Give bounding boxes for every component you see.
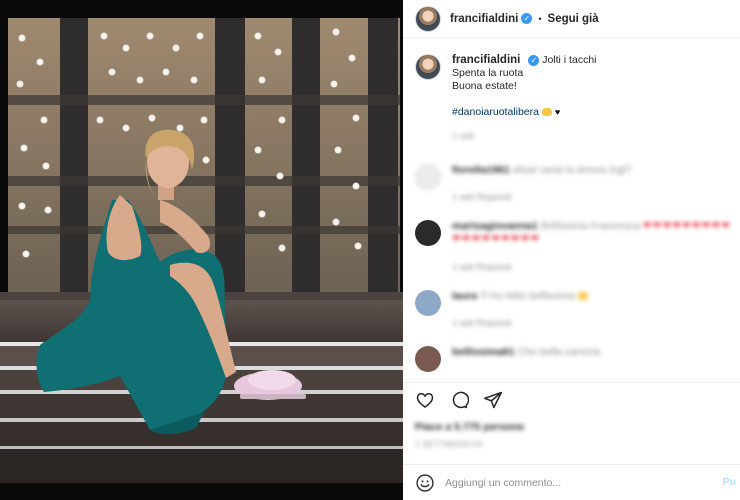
comment-input[interactable] (445, 476, 705, 489)
comment-item: laura Ti ho fatto bellissima (415, 290, 589, 316)
comment-text: Che bella camicia (517, 346, 601, 358)
comment-item: bellissima61 Che bella camicia (415, 346, 600, 372)
comment-meta[interactable]: 1 sett Rispondi (452, 262, 512, 272)
commenter-username[interactable]: fiorella1961 (452, 164, 510, 176)
commenter-username[interactable]: marisagiovanna1 (452, 220, 538, 232)
post-details-panel: francifialdini ✓ • Segui già francifiald… (403, 0, 740, 500)
following-button[interactable]: Segui già (548, 13, 599, 25)
commenter-avatar[interactable] (415, 164, 441, 190)
caption-line-3: Buona estate! (452, 80, 517, 92)
photo-illustration (0, 0, 403, 500)
caption-hashtag[interactable]: #danoiaruotalibera (452, 106, 539, 118)
post-actions (415, 390, 503, 410)
emoji-icon[interactable] (415, 473, 435, 493)
clap-emoji-icon (541, 108, 552, 117)
likes-count[interactable]: Piace a 5.775 persone (415, 421, 524, 433)
comment-icon[interactable] (449, 390, 469, 410)
actions-divider (403, 382, 740, 383)
caption: francifialdini ✓ Jolti i tacchi Spenta l… (415, 54, 597, 143)
comment-text: Ti ho fatto bellissima (479, 290, 576, 302)
post-date: 1 SETTIMANA FA (415, 440, 484, 449)
add-comment-bar: Pu (403, 464, 740, 500)
author-username[interactable]: francifialdini (450, 13, 518, 25)
comment-item: fiorella1961 elisa! sarai la donna ingl? (415, 164, 631, 190)
header-separator: • (538, 13, 542, 24)
caption-avatar[interactable] (415, 54, 441, 80)
commenter-avatar[interactable] (415, 220, 441, 246)
clap-emoji-icon (578, 292, 589, 301)
author-avatar[interactable] (415, 5, 441, 32)
commenter-username[interactable]: laura (452, 290, 477, 302)
verified-badge-icon: ✓ (528, 54, 540, 66)
post-header: francifialdini ✓ • Segui già (403, 0, 740, 38)
caption-line-1: Jolti i tacchi (542, 54, 597, 66)
comment-meta[interactable]: 1 sett Rispondi (452, 318, 512, 328)
commenter-avatar[interactable] (415, 290, 441, 316)
commenter-username[interactable]: bellissima61 (452, 346, 514, 358)
black-heart-emoji-icon: ♥ (554, 107, 561, 117)
comments-list[interactable]: francifialdini ✓ Jolti i tacchi Spenta l… (403, 40, 740, 382)
commenter-avatar[interactable] (415, 346, 441, 372)
caption-time: 1 sett (452, 131, 475, 141)
post-comment-button[interactable]: Pu (723, 476, 736, 488)
share-icon[interactable] (483, 390, 503, 410)
heart-icon[interactable] (415, 390, 435, 410)
comment-text: elisa! sarai la donna ingl? (512, 164, 632, 176)
caption-line-2: Spenta la ruota (452, 67, 524, 79)
post-photo[interactable] (0, 0, 403, 500)
comment-meta[interactable]: 1 sett Rispondi (452, 192, 512, 202)
comment-item: marisagiovanna1 Bellissima Francesca ❤❤❤… (415, 220, 738, 246)
caption-username[interactable]: francifialdini (452, 54, 520, 66)
verified-badge-icon: ✓ (521, 13, 533, 24)
comment-text: Bellissima Francesca (540, 220, 640, 232)
